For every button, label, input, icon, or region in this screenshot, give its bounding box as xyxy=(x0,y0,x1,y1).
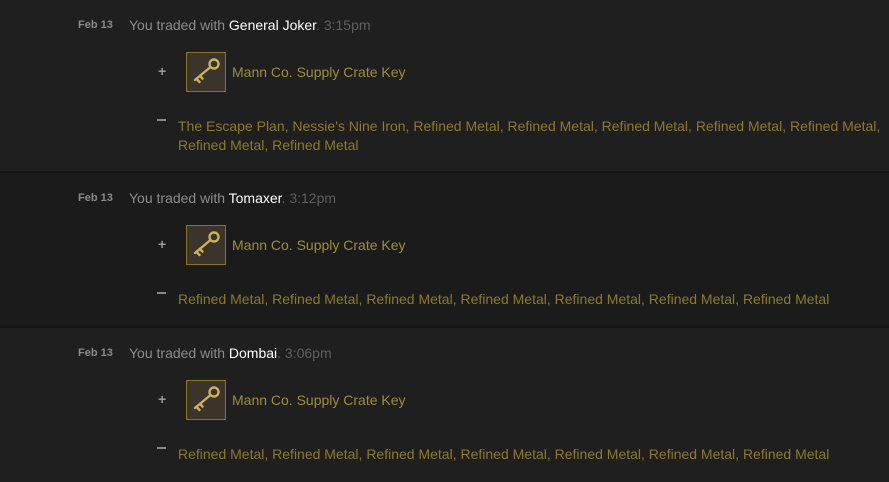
trade-history: Feb 13 You traded with General Joker. 3:… xyxy=(0,0,889,482)
received-plus-icon: + xyxy=(158,63,167,79)
trade-entry: Feb 13 You traded with General Joker. 3:… xyxy=(0,0,889,173)
partner-name-link[interactable]: Dombai xyxy=(229,345,277,361)
given-minus-icon xyxy=(157,447,166,449)
received-item-link[interactable]: Mann Co. Supply Crate Key xyxy=(232,237,406,253)
trade-headline: You traded with Tomaxer. 3:12pm xyxy=(129,190,336,206)
trade-headline: You traded with Dombai. 3:06pm xyxy=(129,345,332,361)
received-item-link[interactable]: Mann Co. Supply Crate Key xyxy=(232,64,406,80)
trade-time: . 3:06pm xyxy=(277,345,332,361)
trade-time: . 3:15pm xyxy=(316,17,371,33)
given-minus-icon xyxy=(157,119,166,121)
received-plus-icon: + xyxy=(158,391,167,407)
partner-name-link[interactable]: General Joker xyxy=(229,17,316,33)
key-icon xyxy=(193,231,220,257)
item-thumbnail[interactable] xyxy=(186,380,226,420)
given-items-list[interactable]: Refined Metal, Refined Metal, Refined Me… xyxy=(178,445,886,464)
item-thumbnail[interactable] xyxy=(186,52,226,92)
trade-date: Feb 13 xyxy=(78,192,113,204)
key-icon xyxy=(193,386,220,412)
trade-entry: Feb 13 You traded with Dombai. 3:06pm + … xyxy=(0,328,889,482)
trade-time: . 3:12pm xyxy=(281,190,337,206)
trade-prefix: You traded with xyxy=(129,190,225,206)
trade-prefix: You traded with xyxy=(129,17,225,33)
trade-date: Feb 13 xyxy=(78,19,113,31)
trade-prefix: You traded with xyxy=(129,345,225,361)
key-icon xyxy=(193,58,220,84)
trade-headline: You traded with General Joker. 3:15pm xyxy=(129,17,371,33)
item-thumbnail[interactable] xyxy=(186,225,226,265)
trade-date: Feb 13 xyxy=(78,347,113,359)
received-item-link[interactable]: Mann Co. Supply Crate Key xyxy=(232,392,406,408)
partner-name-link[interactable]: Tomaxer xyxy=(229,190,282,206)
given-minus-icon xyxy=(157,292,166,294)
received-plus-icon: + xyxy=(158,236,167,252)
given-items-list[interactable]: Refined Metal, Refined Metal, Refined Me… xyxy=(178,290,886,309)
trade-entry: Feb 13 You traded with Tomaxer. 3:12pm +… xyxy=(0,173,889,328)
given-items-list[interactable]: The Escape Plan, Nessie's Nine Iron, Ref… xyxy=(178,117,886,155)
